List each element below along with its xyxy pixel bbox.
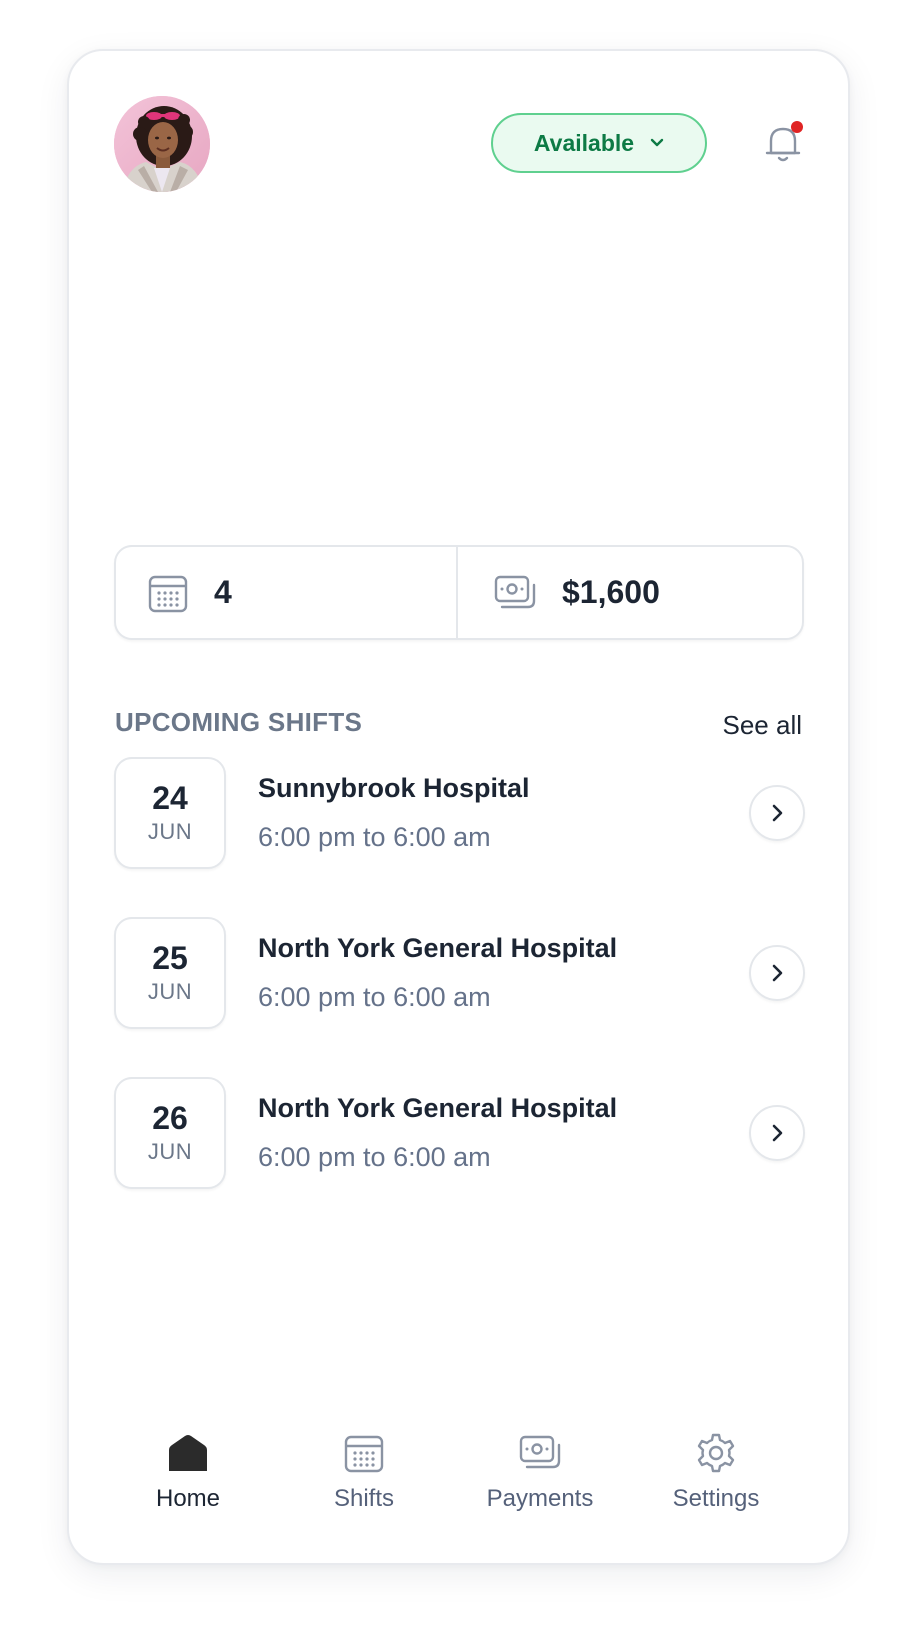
- avatar[interactable]: [114, 96, 210, 192]
- home-icon: [166, 1431, 210, 1475]
- shift-row[interactable]: 25 JUN North York General Hospital 6:00 …: [114, 917, 805, 1029]
- cash-icon: [518, 1431, 562, 1475]
- nav-label: Shifts: [333, 1485, 395, 1512]
- nav-home[interactable]: Home: [113, 1431, 263, 1513]
- gear-icon: [694, 1431, 738, 1475]
- shift-hospital: North York General Hospital: [258, 933, 618, 963]
- shift-row[interactable]: 26 JUN North York General Hospital 6:00 …: [114, 1077, 805, 1189]
- chevron-right-icon: [772, 804, 783, 822]
- nav-label: Settings: [672, 1485, 760, 1512]
- nav-payments[interactable]: Payments: [465, 1431, 615, 1513]
- shift-hospital: North York General Hospital: [258, 1093, 618, 1123]
- shift-hospital: Sunnybrook Hospital: [258, 773, 530, 803]
- chevron-right-icon: [772, 1124, 783, 1142]
- bottom-nav: Home Shifts Payments Settings: [69, 1431, 848, 1531]
- stat-earnings[interactable]: $1,600: [456, 547, 802, 638]
- notification-badge: [791, 121, 803, 133]
- app-screen: Available 4 $1,600 UPCOMING SHIFTS See a…: [67, 49, 850, 1565]
- stats-card: 4 $1,600: [114, 545, 804, 640]
- nav-label: Home: [155, 1485, 221, 1512]
- open-shift-button[interactable]: [749, 785, 805, 841]
- date-badge: 24 JUN: [114, 757, 226, 869]
- chevron-right-icon: [772, 964, 783, 982]
- notifications-button[interactable]: [761, 121, 805, 165]
- open-shift-button[interactable]: [749, 1105, 805, 1161]
- date-badge: 25 JUN: [114, 917, 226, 1029]
- calendar-icon: [148, 575, 188, 612]
- date-day: 25: [152, 940, 188, 976]
- nav-shifts[interactable]: Shifts: [289, 1431, 439, 1513]
- shifts-count: 4: [214, 574, 232, 610]
- availability-dropdown[interactable]: Available: [491, 113, 707, 173]
- calendar-icon: [342, 1431, 386, 1475]
- date-day: 26: [152, 1100, 188, 1136]
- shift-row[interactable]: 24 JUN Sunnybrook Hospital 6:00 pm to 6:…: [114, 757, 805, 869]
- shift-time: 6:00 pm to 6:00 am: [258, 1142, 491, 1172]
- stat-shifts[interactable]: 4: [116, 547, 456, 638]
- cash-icon: [494, 575, 536, 608]
- see-all-link[interactable]: See all: [723, 710, 803, 741]
- date-badge: 26 JUN: [114, 1077, 226, 1189]
- open-shift-button[interactable]: [749, 945, 805, 1001]
- nav-settings[interactable]: Settings: [641, 1431, 791, 1513]
- date-day: 24: [152, 780, 188, 816]
- shift-time: 6:00 pm to 6:00 am: [258, 982, 491, 1012]
- nav-label: Payments: [486, 1485, 594, 1512]
- date-month: JUN: [147, 819, 193, 844]
- avatar-photo: [114, 96, 210, 192]
- date-month: JUN: [147, 979, 193, 1004]
- shift-time: 6:00 pm to 6:00 am: [258, 822, 491, 852]
- earnings-amount: $1,600: [562, 574, 660, 610]
- chevron-down-icon: [650, 138, 664, 148]
- section-title: UPCOMING SHIFTS: [115, 707, 363, 737]
- availability-label: Available: [533, 129, 635, 156]
- date-month: JUN: [147, 1139, 193, 1164]
